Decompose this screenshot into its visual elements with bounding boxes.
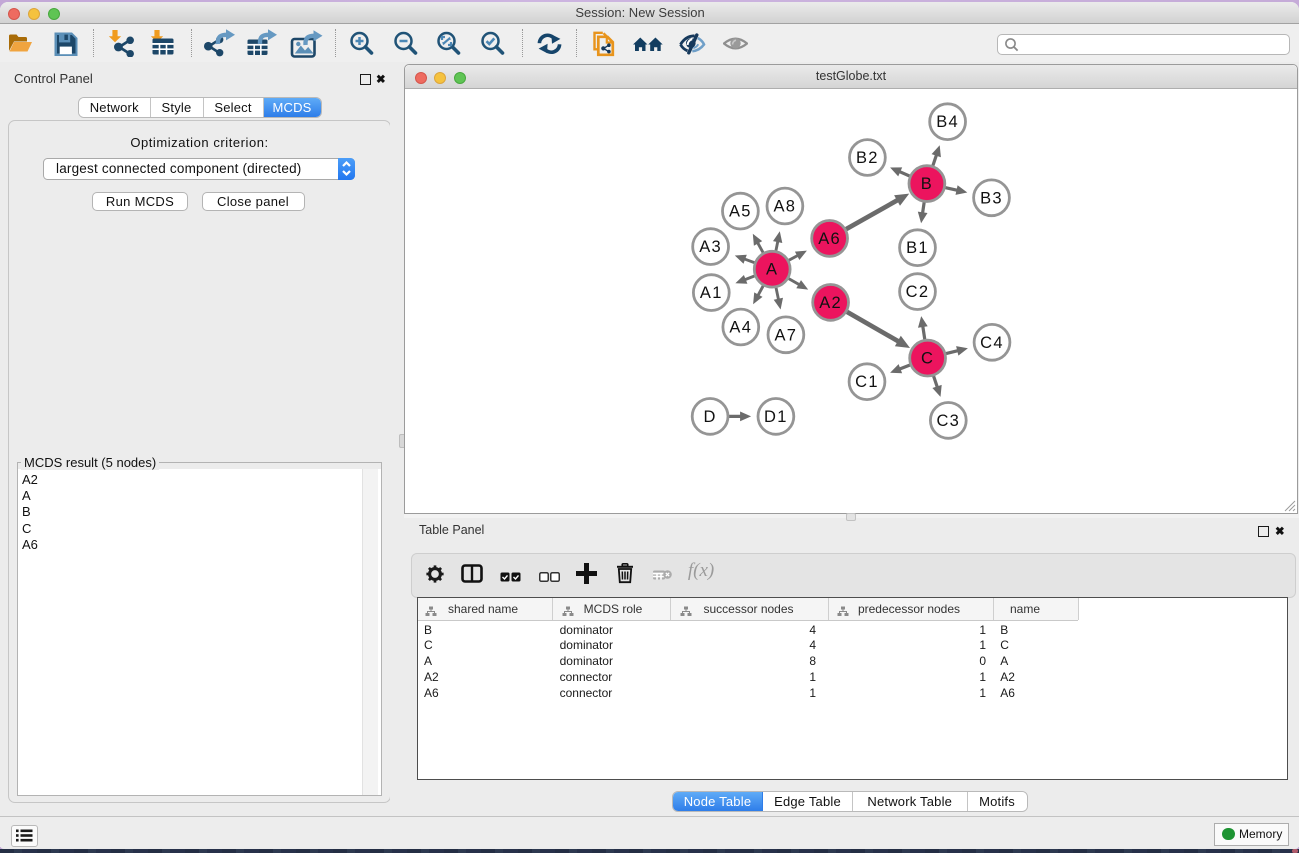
svg-text:A8: A8 <box>774 197 797 215</box>
svg-text:B3: B3 <box>980 189 1003 207</box>
svg-text:A4: A4 <box>729 318 752 336</box>
svg-text:C1: C1 <box>855 373 879 391</box>
svg-text:B1: B1 <box>906 239 929 257</box>
svg-text:C3: C3 <box>936 411 960 429</box>
svg-text:A5: A5 <box>729 202 752 220</box>
svg-text:D1: D1 <box>764 407 788 425</box>
svg-text:B4: B4 <box>936 113 959 131</box>
svg-text:D: D <box>703 407 716 425</box>
svg-text:B2: B2 <box>856 149 879 167</box>
svg-text:C2: C2 <box>906 283 930 301</box>
svg-text:A1: A1 <box>700 284 723 302</box>
svg-text:A6: A6 <box>818 229 841 247</box>
svg-text:A: A <box>766 260 778 278</box>
svg-text:C4: C4 <box>980 333 1004 351</box>
svg-text:A2: A2 <box>819 293 842 311</box>
svg-text:B: B <box>921 175 933 193</box>
svg-text:A3: A3 <box>699 238 722 256</box>
svg-text:A7: A7 <box>775 326 798 344</box>
svg-text:C: C <box>921 349 934 367</box>
